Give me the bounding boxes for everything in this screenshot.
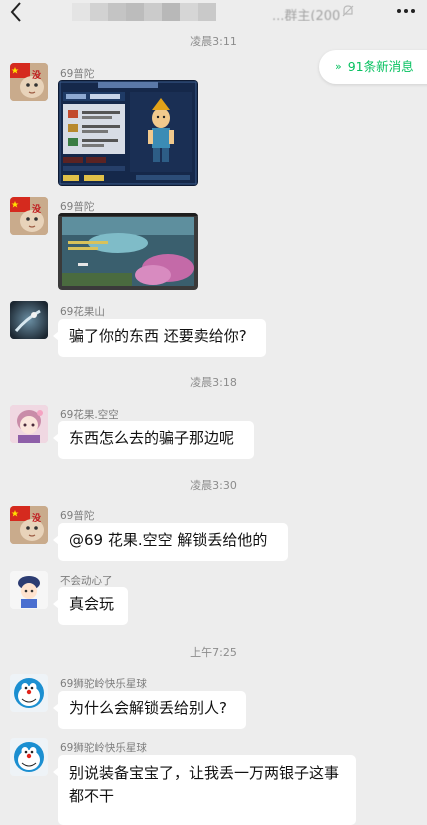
- timestamp: 上午7:25: [190, 646, 237, 659]
- avatar[interactable]: [10, 301, 48, 339]
- message-bubble[interactable]: 东西怎么去的骗子那边呢: [53, 421, 254, 459]
- avatar-image: [10, 674, 48, 712]
- message-text: 为什么会解锁丢给别人?: [69, 699, 227, 717]
- message-bubble[interactable]: 真会玩: [53, 587, 128, 625]
- sender-name: 69普陀: [60, 68, 95, 80]
- message-bubble[interactable]: 为什么会解锁丢给别人?: [53, 691, 246, 729]
- avatar[interactable]: [10, 405, 48, 443]
- message-text: 别说装备宝宝了，让我丢一万两银子这事都不干: [69, 764, 340, 805]
- avatar[interactable]: [10, 738, 48, 776]
- message-text: 东西怎么去的骗子那边呢: [69, 429, 235, 447]
- more-dots-icon[interactable]: [394, 4, 418, 18]
- timestamp: 凌晨3:11: [190, 35, 237, 48]
- game-screenshot-image: [58, 80, 198, 186]
- avatar-image: [10, 405, 48, 443]
- sender-name: 69普陀: [60, 510, 95, 522]
- new-messages-button[interactable]: » 91条新消息: [319, 50, 427, 84]
- avatar[interactable]: [10, 571, 48, 609]
- timestamp: 凌晨3:30: [190, 479, 237, 492]
- double-chevron-up-icon: »: [335, 60, 342, 73]
- avatar-image: [10, 571, 48, 609]
- image-message[interactable]: [58, 80, 198, 186]
- message-bubble[interactable]: 骗了你的东西 还要卖给你?: [53, 319, 266, 357]
- avatar-image: [10, 738, 48, 776]
- message-bubble[interactable]: 别说装备宝宝了，让我丢一万两银子这事都不干: [53, 755, 356, 825]
- message-text: 骗了你的东西 还要卖给你?: [69, 327, 247, 345]
- sender-name: 69普陀: [60, 201, 95, 213]
- chevron-left-icon[interactable]: [6, 0, 28, 24]
- game-photo-image: [58, 213, 198, 290]
- image-message[interactable]: [58, 213, 198, 290]
- chat-title: ...群主(200): [72, 3, 340, 21]
- avatar-image: 没: [10, 506, 48, 544]
- message-bubble[interactable]: @69 花果.空空 解锁丢给他的: [53, 523, 288, 561]
- avatar[interactable]: 没: [10, 197, 48, 235]
- timestamp: 凌晨3:18: [190, 376, 237, 389]
- svg-text:没: 没: [32, 512, 42, 524]
- sender-name: 69狮驼岭快乐星球: [60, 742, 147, 754]
- message-text: 真会玩: [69, 595, 115, 613]
- sender-name: 69狮驼岭快乐星球: [60, 678, 147, 690]
- sender-name: 69花果.空空: [60, 409, 119, 421]
- avatar-image: [10, 301, 48, 339]
- avatar[interactable]: 没: [10, 63, 48, 101]
- chat-title-text: ...群主(200): [272, 9, 340, 21]
- avatar-image: 没: [10, 197, 48, 235]
- svg-text:没: 没: [32, 69, 42, 81]
- message-text: @69 花果.空空 解锁丢给他的: [69, 531, 268, 549]
- chat-header: ...群主(200): [0, 0, 427, 26]
- bell-off-icon: [342, 5, 354, 17]
- sender-name: 不会动心了: [60, 575, 113, 587]
- sender-name: 69花果山: [60, 306, 105, 318]
- avatar-image: 没: [10, 63, 48, 101]
- svg-text:没: 没: [32, 203, 42, 215]
- new-messages-label: 91条新消息: [347, 59, 414, 74]
- avatar[interactable]: 没: [10, 506, 48, 544]
- avatar[interactable]: [10, 674, 48, 712]
